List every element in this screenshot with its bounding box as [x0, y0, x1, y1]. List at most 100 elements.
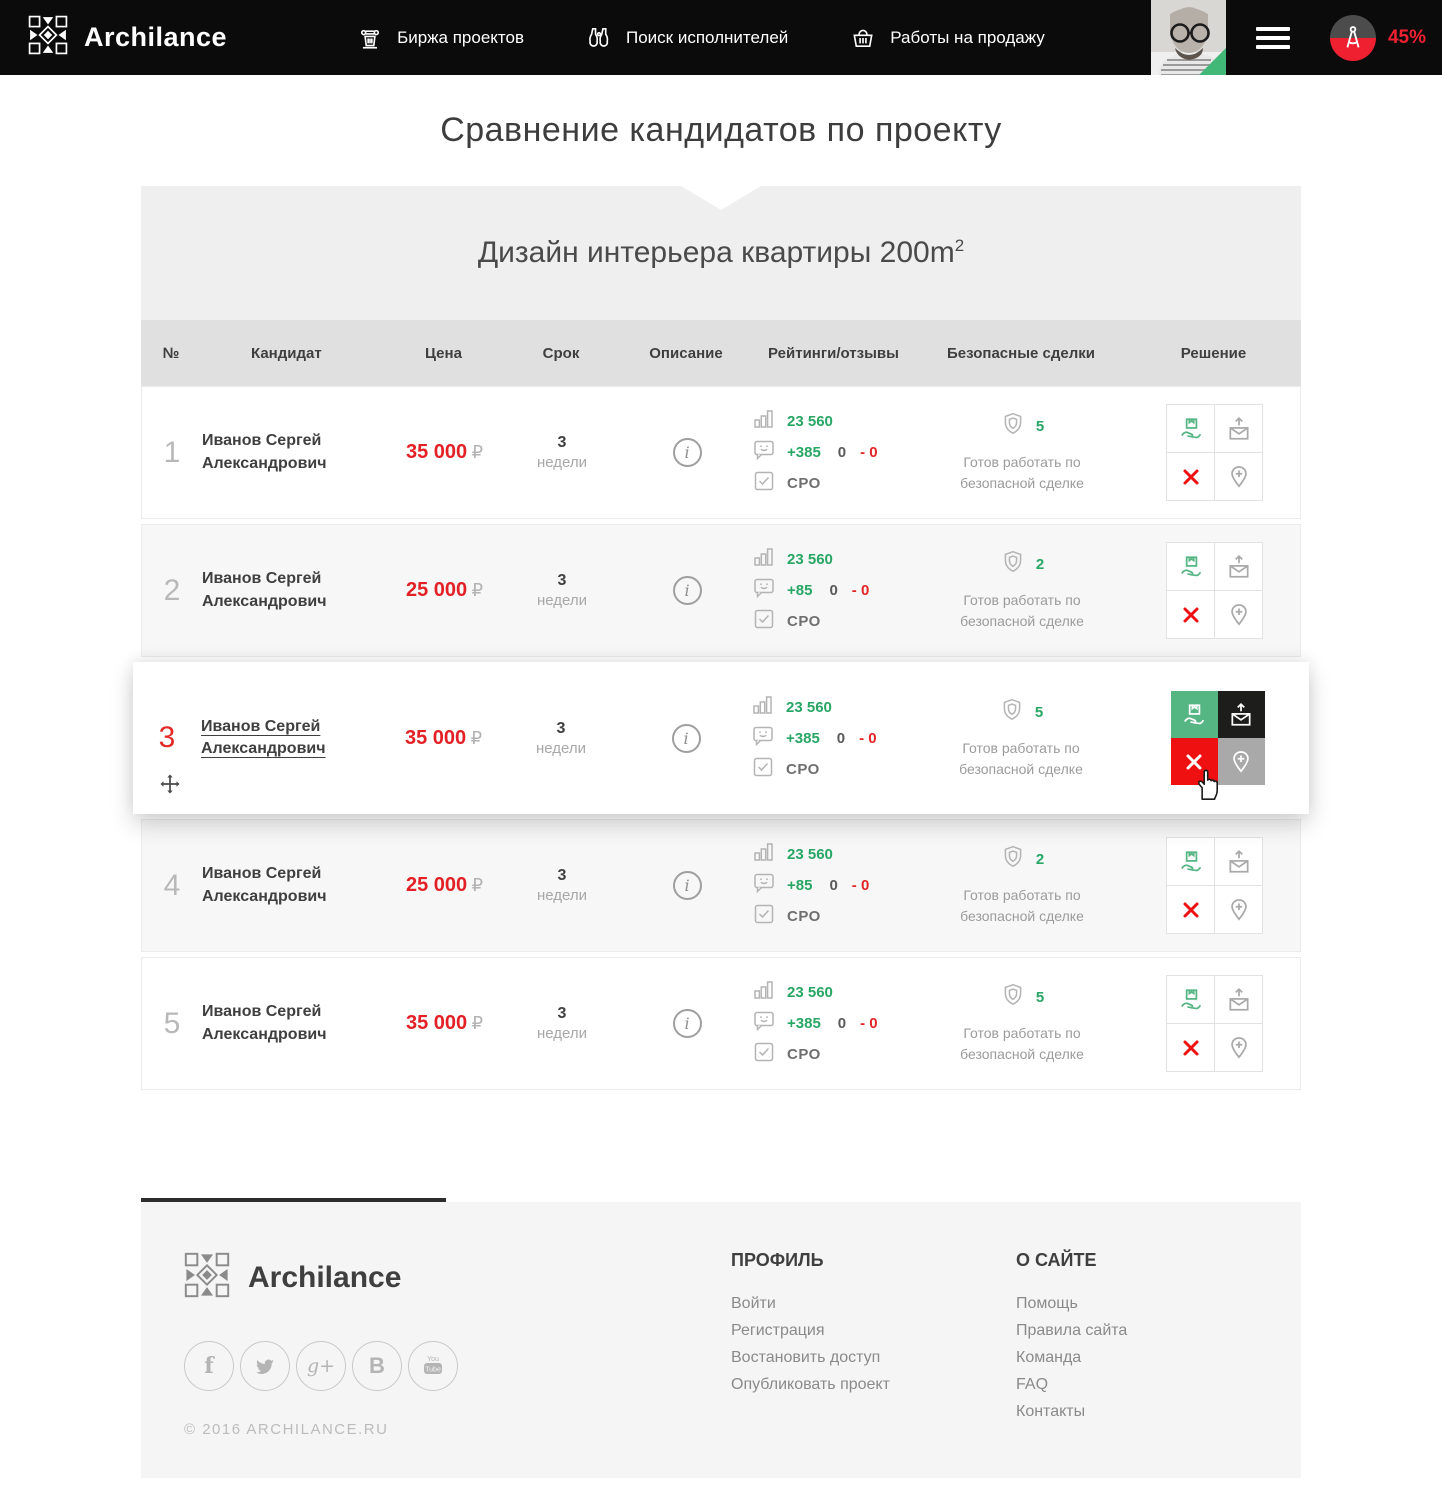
candidate-name: Иванов Сергей Александрович: [202, 1001, 352, 1046]
bar-chart-icon: [752, 407, 776, 436]
decision-cell: [1127, 542, 1302, 639]
footer-col-profile: ПРОФИЛЬ Войти Регистрация Востановить до…: [731, 1236, 1016, 1438]
vk-icon[interactable]: B: [352, 1341, 402, 1391]
footer-link-restore-access[interactable]: Востановить доступ: [731, 1349, 1016, 1367]
footer-col-title: ПРОФИЛЬ: [731, 1250, 1016, 1271]
ratings-cell: 23 560 +850- 0 СРО: [752, 843, 917, 929]
reject-button[interactable]: [1167, 886, 1214, 933]
deals-note: Готов работать по безопасной сделке: [936, 738, 1106, 780]
safe-deals-cell: 2 Готов работать по безопасной сделке: [917, 549, 1127, 632]
add-location-button[interactable]: [1215, 886, 1262, 933]
footer-link-login[interactable]: Войти: [731, 1295, 1016, 1313]
price-cell: 35 000 ₽: [386, 727, 501, 750]
row-number: 4: [142, 869, 202, 903]
checkbox-icon: [752, 469, 776, 498]
deals-note: Готов работать по безопасной сделке: [937, 1023, 1107, 1065]
column-icon: [357, 25, 383, 51]
drag-move-icon[interactable]: [157, 771, 183, 802]
price-value: 25 000: [406, 579, 467, 601]
profile-progress: 45%: [1330, 15, 1426, 61]
bar-chart-icon: [752, 545, 776, 574]
candidate-name-link[interactable]: Иванов Сергей Александрович: [201, 716, 351, 761]
google-plus-icon[interactable]: g+: [296, 1341, 346, 1391]
safe-deals-cell: 5 Готов работать по безопасной сделке: [917, 411, 1127, 494]
shield-icon: [1000, 844, 1026, 875]
footer-link-faq[interactable]: FAQ: [1016, 1376, 1281, 1394]
info-icon[interactable]: i: [673, 1009, 702, 1038]
col-term: Срок: [501, 345, 621, 362]
footer-link-register[interactable]: Регистрация: [731, 1322, 1016, 1340]
send-message-button[interactable]: [1215, 976, 1262, 1023]
hire-button[interactable]: [1171, 691, 1218, 738]
info-icon[interactable]: i: [672, 724, 701, 753]
col-price: Цена: [386, 345, 501, 362]
footer-link-help[interactable]: Помощь: [1016, 1295, 1281, 1313]
views-count: 23 560: [786, 699, 832, 716]
send-message-button[interactable]: [1215, 543, 1262, 590]
col-safe-deals: Безопасные сделки: [916, 345, 1126, 362]
hire-button[interactable]: [1167, 838, 1214, 885]
reject-button[interactable]: [1167, 1024, 1214, 1071]
main-nav: Биржа проектов Поиск исполнителей Рабо: [357, 25, 1045, 51]
svg-text:Tube: Tube: [425, 1367, 441, 1374]
footer-link-publish-project[interactable]: Опубликовать проект: [731, 1376, 1016, 1394]
add-location-button[interactable]: [1215, 1024, 1262, 1071]
hire-button[interactable]: [1167, 543, 1214, 590]
neutral-count: 0: [829, 582, 837, 599]
footer-link-contacts[interactable]: Контакты: [1016, 1403, 1281, 1421]
footer-col-about: О САЙТЕ Помощь Правила сайта Команда FAQ…: [1016, 1236, 1281, 1438]
decision-cell: [1127, 837, 1302, 934]
reviews-count: +385: [787, 1015, 821, 1032]
shield-icon: [1000, 549, 1026, 580]
add-location-button[interactable]: [1215, 591, 1262, 638]
term-cell: 3недели: [501, 720, 621, 757]
send-message-button[interactable]: [1215, 838, 1262, 885]
negative-count: - 0: [852, 877, 870, 894]
user-avatar[interactable]: [1151, 0, 1226, 75]
send-message-button[interactable]: [1215, 405, 1262, 452]
ruble-sign: ₽: [472, 442, 483, 463]
top-navigation-bar: Archilance Биржа проектов: [0, 0, 1442, 75]
candidate-name: Иванов Сергей Александрович: [202, 863, 352, 908]
footer-brand[interactable]: Archilance: [184, 1252, 731, 1303]
brand[interactable]: Archilance: [28, 15, 227, 60]
checkbox-icon: [751, 755, 775, 784]
sro-label: СРО: [787, 1046, 821, 1063]
facebook-icon[interactable]: f: [184, 1341, 234, 1391]
footer-link-team[interactable]: Команда: [1016, 1349, 1281, 1367]
nav-item-projects-exchange[interactable]: Биржа проектов: [357, 25, 524, 51]
nav-item-works-for-sale[interactable]: Работы на продажу: [850, 25, 1045, 51]
youtube-icon[interactable]: You Tube: [408, 1341, 458, 1391]
deals-count: 5: [1036, 418, 1044, 435]
hire-button[interactable]: [1167, 976, 1214, 1023]
reject-button[interactable]: [1167, 591, 1214, 638]
reject-button[interactable]: [1171, 738, 1218, 785]
checkbox-icon: [752, 607, 776, 636]
info-icon[interactable]: i: [673, 871, 702, 900]
term-cell: 3недели: [502, 1005, 622, 1042]
footer-link-site-rules[interactable]: Правила сайта: [1016, 1322, 1281, 1340]
hire-button[interactable]: [1167, 405, 1214, 452]
info-icon[interactable]: i: [673, 438, 702, 467]
reject-button[interactable]: [1167, 453, 1214, 500]
checkbox-icon: [752, 1040, 776, 1069]
price-value: 35 000: [406, 1012, 467, 1034]
comment-smiley-icon: [752, 438, 776, 467]
nav-label: Работы на продажу: [890, 28, 1045, 48]
add-location-button[interactable]: [1215, 453, 1262, 500]
nav-item-find-performers[interactable]: Поиск исполнителей: [586, 25, 788, 51]
checkbox-icon: [752, 902, 776, 931]
twitter-icon[interactable]: [240, 1341, 290, 1391]
compass-progress-icon[interactable]: [1330, 15, 1376, 61]
neutral-count: 0: [829, 877, 837, 894]
menu-hamburger-icon[interactable]: [1256, 27, 1290, 49]
info-icon[interactable]: i: [673, 576, 702, 605]
col-description: Описание: [621, 345, 751, 362]
footer-col-title: О САЙТЕ: [1016, 1250, 1281, 1271]
deals-count: 2: [1036, 851, 1044, 868]
send-message-button[interactable]: [1218, 691, 1265, 738]
comment-smiley-icon: [752, 1009, 776, 1038]
negative-count: - 0: [859, 730, 877, 747]
add-location-button[interactable]: [1218, 738, 1265, 785]
col-candidate: Кандидат: [201, 345, 386, 362]
